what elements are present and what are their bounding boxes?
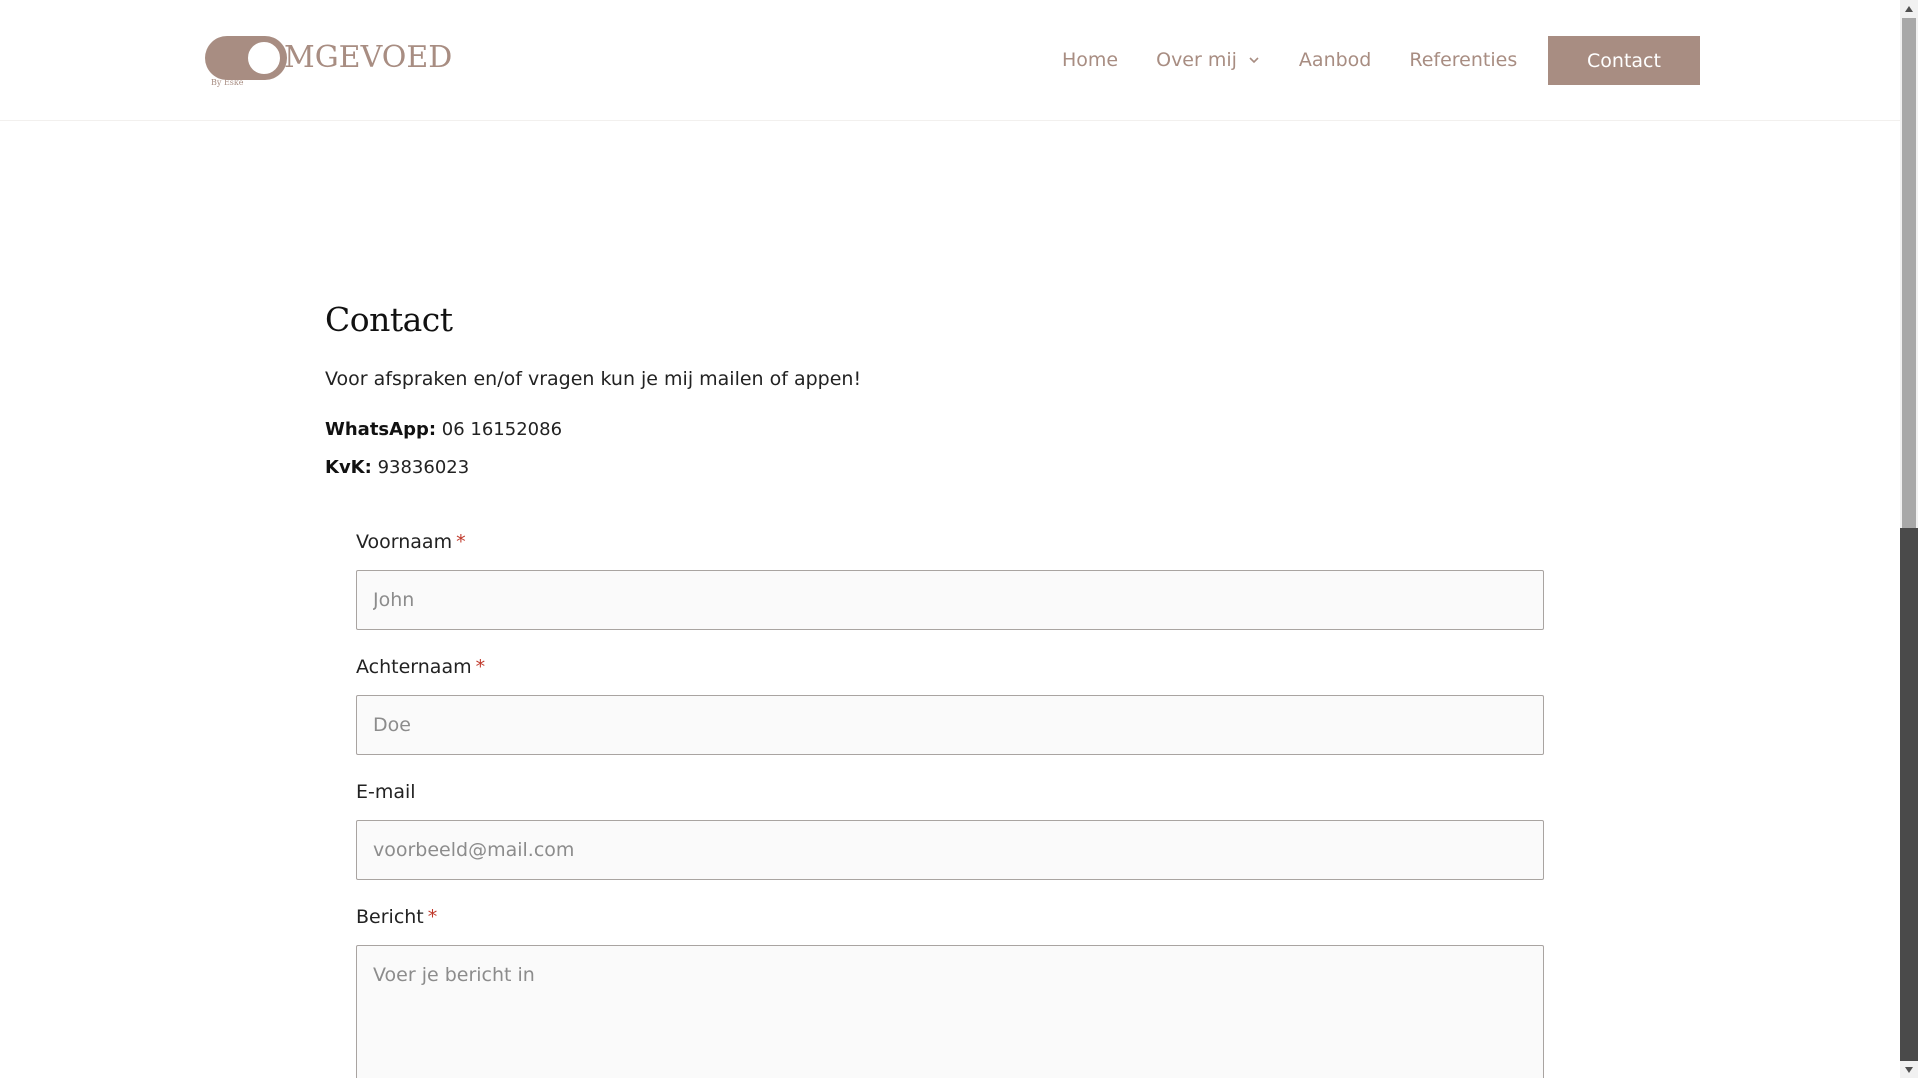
- scroll-down-arrow-icon[interactable]: [1900, 1061, 1918, 1078]
- site-logo[interactable]: MGEVOED By Eske: [205, 34, 465, 90]
- nav-over-mij[interactable]: Over mij: [1156, 49, 1261, 71]
- kvk-line: KvK: 93836023: [325, 454, 1575, 482]
- first-name-input[interactable]: [356, 570, 1544, 630]
- contact-form: Voornaam* Achternaam* E-mail Bericht*: [356, 527, 1544, 1078]
- whatsapp-label: WhatsApp:: [325, 419, 437, 440]
- page-scrollbar[interactable]: [1900, 0, 1918, 1078]
- message-textarea[interactable]: [356, 945, 1544, 1078]
- chevron-down-icon: [1249, 57, 1259, 64]
- message-label: Bericht *: [356, 906, 437, 928]
- page: MGEVOED By Eske Home Over mij Aanbod Ref…: [0, 0, 1900, 1078]
- kvk-label: KvK:: [325, 457, 372, 478]
- page-title: Contact: [325, 300, 453, 339]
- scrollbar-thumb[interactable]: [1902, 18, 1916, 528]
- last-name-field: Achternaam *: [356, 652, 1544, 755]
- last-name-label-text: Achternaam: [356, 656, 472, 678]
- logo-tagline: By Eske: [211, 78, 244, 87]
- message-label-text: Bericht: [356, 906, 424, 928]
- nav-referenties[interactable]: Referenties: [1409, 49, 1517, 71]
- intro-text: Voor afspraken en/of vragen kun je mij m…: [325, 368, 862, 390]
- message-field: Bericht *: [356, 902, 1544, 1078]
- email-label-text: E-mail: [356, 781, 416, 803]
- email-input[interactable]: [356, 820, 1544, 880]
- whatsapp-line: WhatsApp: 06 16152086: [325, 416, 1575, 444]
- scroll-up-arrow-icon[interactable]: [1900, 0, 1918, 17]
- last-name-input[interactable]: [356, 695, 1544, 755]
- kvk-number: 93836023: [377, 457, 470, 478]
- last-name-label: Achternaam *: [356, 656, 485, 678]
- logo-toggle-shape: [205, 36, 287, 80]
- nav-home[interactable]: Home: [1062, 49, 1118, 71]
- first-name-label-text: Voornaam: [356, 531, 453, 553]
- required-mark: *: [456, 531, 466, 553]
- required-mark: *: [427, 906, 438, 928]
- whatsapp-number: 06 16152086: [441, 419, 563, 440]
- main-content: Contact Voor afspraken en/of vragen kun …: [325, 295, 1575, 482]
- logo-wordmark: MGEVOED: [284, 40, 453, 75]
- scrollbar-track[interactable]: [1900, 528, 1918, 1061]
- first-name-label: Voornaam *: [356, 531, 466, 553]
- email-label: E-mail: [356, 781, 416, 803]
- contact-button[interactable]: Contact: [1548, 36, 1700, 85]
- site-header: MGEVOED By Eske Home Over mij Aanbod Ref…: [0, 0, 1900, 121]
- nav-aanbod[interactable]: Aanbod: [1299, 49, 1371, 71]
- nav-over-mij-label: Over mij: [1156, 49, 1237, 71]
- logo-toggle-knob: [245, 39, 283, 77]
- main-nav: Home Over mij Aanbod Referenties: [1062, 47, 1517, 73]
- first-name-field: Voornaam *: [356, 527, 1544, 630]
- email-field: E-mail: [356, 777, 1544, 880]
- required-mark: *: [475, 656, 486, 678]
